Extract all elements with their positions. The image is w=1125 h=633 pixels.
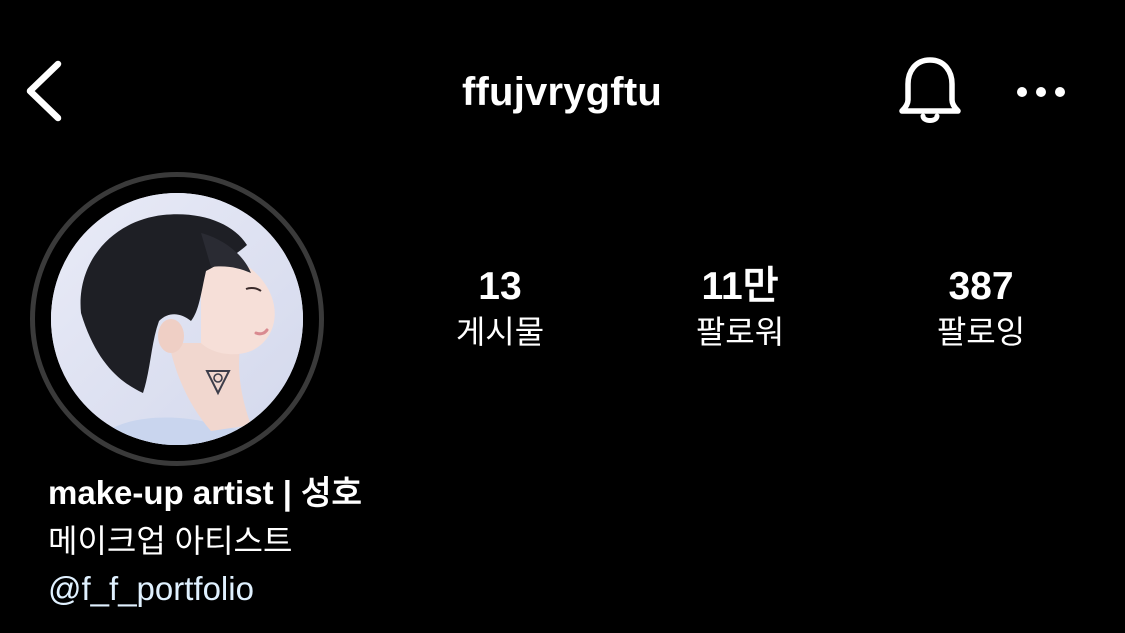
- stat-followers-value: 11만: [701, 265, 779, 308]
- bio-description: 메이크업 아티스트: [48, 523, 293, 559]
- bio-display-name: make-up artist | 성호: [48, 474, 362, 511]
- bell-icon: [899, 57, 961, 123]
- bio-mention-link[interactable]: @f_f_portfolio: [48, 566, 254, 612]
- stat-following-label: 팔로잉: [936, 314, 1026, 350]
- profile-username: ffujvrygftu: [462, 70, 662, 114]
- more-horizontal-icon: [1017, 87, 1065, 97]
- stat-followers-label: 팔로워: [695, 314, 785, 350]
- stat-posts-value: 13: [478, 265, 522, 308]
- avatar[interactable]: [51, 193, 303, 445]
- profile-photo: [51, 193, 303, 445]
- chevron-left-icon: [26, 60, 62, 122]
- stat-following[interactable]: 387 팔로잉: [881, 262, 1081, 354]
- stat-following-value: 387: [948, 265, 1014, 308]
- more-options-button[interactable]: [1010, 72, 1072, 112]
- stat-posts[interactable]: 13 게시물: [400, 262, 600, 354]
- notification-button[interactable]: [893, 54, 967, 128]
- stat-posts-label: 게시물: [455, 314, 545, 350]
- back-button[interactable]: [20, 56, 76, 126]
- stat-followers[interactable]: 11만 팔로워: [640, 262, 840, 354]
